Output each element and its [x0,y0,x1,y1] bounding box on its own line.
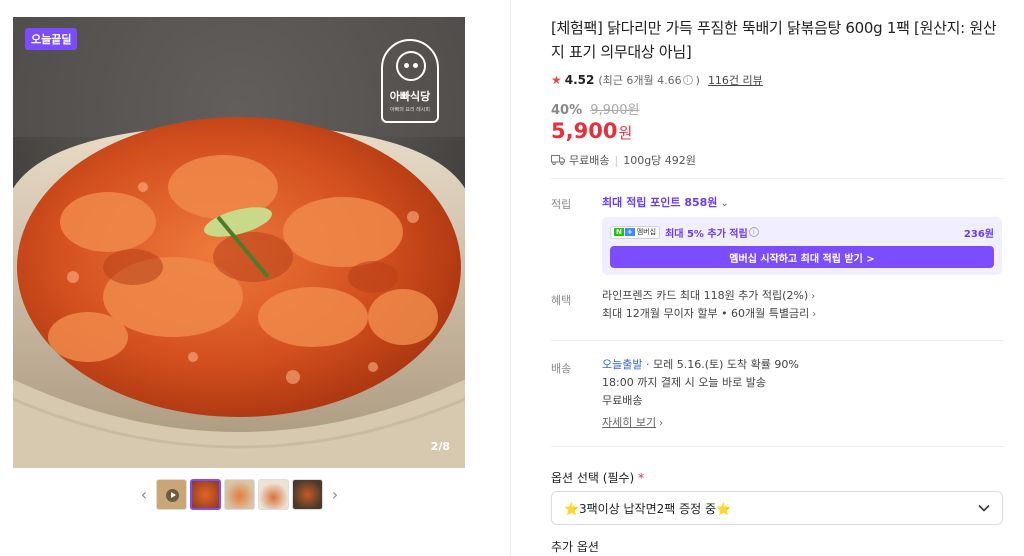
play-icon [166,489,179,502]
brand-name: 아빠식당 [389,90,431,103]
price-unit: 원 [618,124,633,142]
chevron-right-icon: › [812,309,817,320]
option-title-text: 옵션 선택 (필수) [551,471,635,485]
section-divider [551,340,1004,341]
shipping-summary: 무료배송 | 100g당 492원 [551,153,1006,167]
original-price: 9,900원 [590,103,640,118]
today-shipping: 오늘출발 [602,358,643,371]
membership-amount: 236원 [963,228,994,240]
membership-info: N + 멤버십 최대 5% 추가 적립 i [610,225,762,240]
truck-icon [551,155,565,165]
chef-face-icon [396,51,426,81]
chevron-right-icon: › [659,418,664,429]
recent-rating: (최근 6개월 4.66 [598,74,682,87]
arrival-estimate: · 모레 5.16.(토) 도착 확률 90% [642,358,799,371]
product-title: [체험팩] 닭다리만 가득 푸짐한 뚝배기 닭볶음탕 600g 1팩 [원산지:… [551,19,997,61]
delivery-details-link[interactable]: 자세히 보기 › [602,414,799,432]
benefits-section: 라인프렌즈 카드 최대 118원 추가 적립(2%) › 최대 12개월 무이자 … [602,287,816,323]
sale-price-row: 5,900 원 [551,119,1006,145]
rating-row: ★ 4.52 (최근 6개월 4.66 i ) 116건 리뷰 [551,72,1006,88]
rating-score: 4.52 [564,73,595,87]
recent-rating-close: ) [695,73,700,87]
chevron-right-icon: › [811,291,816,302]
card-benefit-text: 라인프렌즈 카드 최대 118원 추가 적립(2%) [602,289,809,302]
option-select[interactable]: ⭐3팩이상 납작면2팩 증정 중⭐ [551,491,1003,525]
sale-price: 5,900 [551,119,618,143]
today-deal-badge: 오늘끝딜 [25,28,78,50]
thumb-next-arrow-icon[interactable]: › [326,480,344,510]
installment-link[interactable]: 최대 12개월 무이자 할부 • 60개월 특별금리 › [602,305,816,323]
review-count-link[interactable]: 116건 리뷰 [708,72,763,88]
thumbnail-image[interactable] [292,479,323,510]
original-price-row: 40% 9,900원 [551,99,1006,118]
max-points-text: 최대 적립 포인트 858원 [602,196,718,209]
details-link-text: 자세히 보기 [602,416,657,429]
required-mark: * [638,471,645,485]
delivery-arrival: 오늘출발 · 모레 5.16.(토) 도착 확률 90% [602,356,799,374]
thumbnail-strip: ‹ › [135,479,344,510]
section-divider [551,446,1004,447]
image-counter: 2/8 [430,440,450,453]
thumbnail-image[interactable] [190,479,221,510]
brand-subtitle: 아빠의 요리 레시피 [390,107,430,113]
unit-price: 100g당 492원 [623,154,696,167]
chevron-down-icon [978,504,990,512]
naver-n-icon: N [614,228,624,236]
delivery-section: 오늘출발 · 모레 5.16.(토) 도착 확률 90% 18:00 까지 결제… [602,356,799,432]
thumb-prev-arrow-icon[interactable]: ‹ [135,480,153,510]
thumbnail-image[interactable] [258,479,289,510]
additional-options-label: 추가 옵션 [551,540,599,554]
start-membership-button[interactable]: 멤버십 시작하고 최대 적립 받기 > [610,246,994,268]
card-benefit-link[interactable]: 라인프렌즈 카드 최대 118원 추가 적립(2%) › [602,287,816,305]
star-icon: ★ [551,73,562,87]
naver-plus-badge: N + 멤버십 [610,225,661,239]
section-divider [551,178,1004,179]
plus-icon: + [624,228,635,236]
thumbnail-video[interactable] [156,479,187,510]
installment-text: 최대 12개월 무이자 할부 • 60개월 특별금리 [602,307,810,320]
info-icon[interactable]: i [748,227,759,237]
brand-logo: 아빠식당 아빠의 요리 레시피 [381,39,439,123]
membership-extra-text: 최대 5% 추가 적립 [665,228,748,240]
info-icon[interactable]: i [682,75,693,85]
delivery-label: 배송 [551,362,572,375]
product-main-image[interactable]: 오늘끝딜 아빠식당 아빠의 요리 레시피 2/8 [13,17,465,468]
points-section: 최대 적립 포인트 858원 ⌄ [602,194,729,212]
option-title: 옵션 선택 (필수) * [551,469,644,486]
column-divider [510,0,511,556]
benefits-label: 혜택 [551,294,572,307]
option-selected-value: ⭐3팩이상 납작면2팩 증정 중⭐ [564,501,731,516]
thumbnail-image[interactable] [224,479,255,510]
shipping-fee: 무료배송 [569,154,610,167]
membership-badge-label: 멤버십 [636,228,657,236]
max-points-dropdown[interactable]: 최대 적립 포인트 858원 ⌄ [602,194,729,212]
membership-row: N + 멤버십 최대 5% 추가 적립 i 236원 [610,224,994,240]
separator: | [614,153,619,167]
cutoff-time: 18:00 까지 결제 시 오늘 바로 발송 [602,376,766,389]
discount-rate: 40% [551,103,583,118]
delivery-fee: 무료배송 [602,394,643,407]
chevron-down-icon: ⌄ [720,198,729,209]
points-label: 적립 [551,198,572,211]
membership-box: N + 멤버십 최대 5% 추가 적립 i 236원 멤버십 시작하고 최대 적립 … [602,217,1002,275]
product-info: [체험팩] 닭다리만 가득 푸짐한 뚝배기 닭볶음탕 600g 1팩 [원산지:… [551,16,1006,167]
